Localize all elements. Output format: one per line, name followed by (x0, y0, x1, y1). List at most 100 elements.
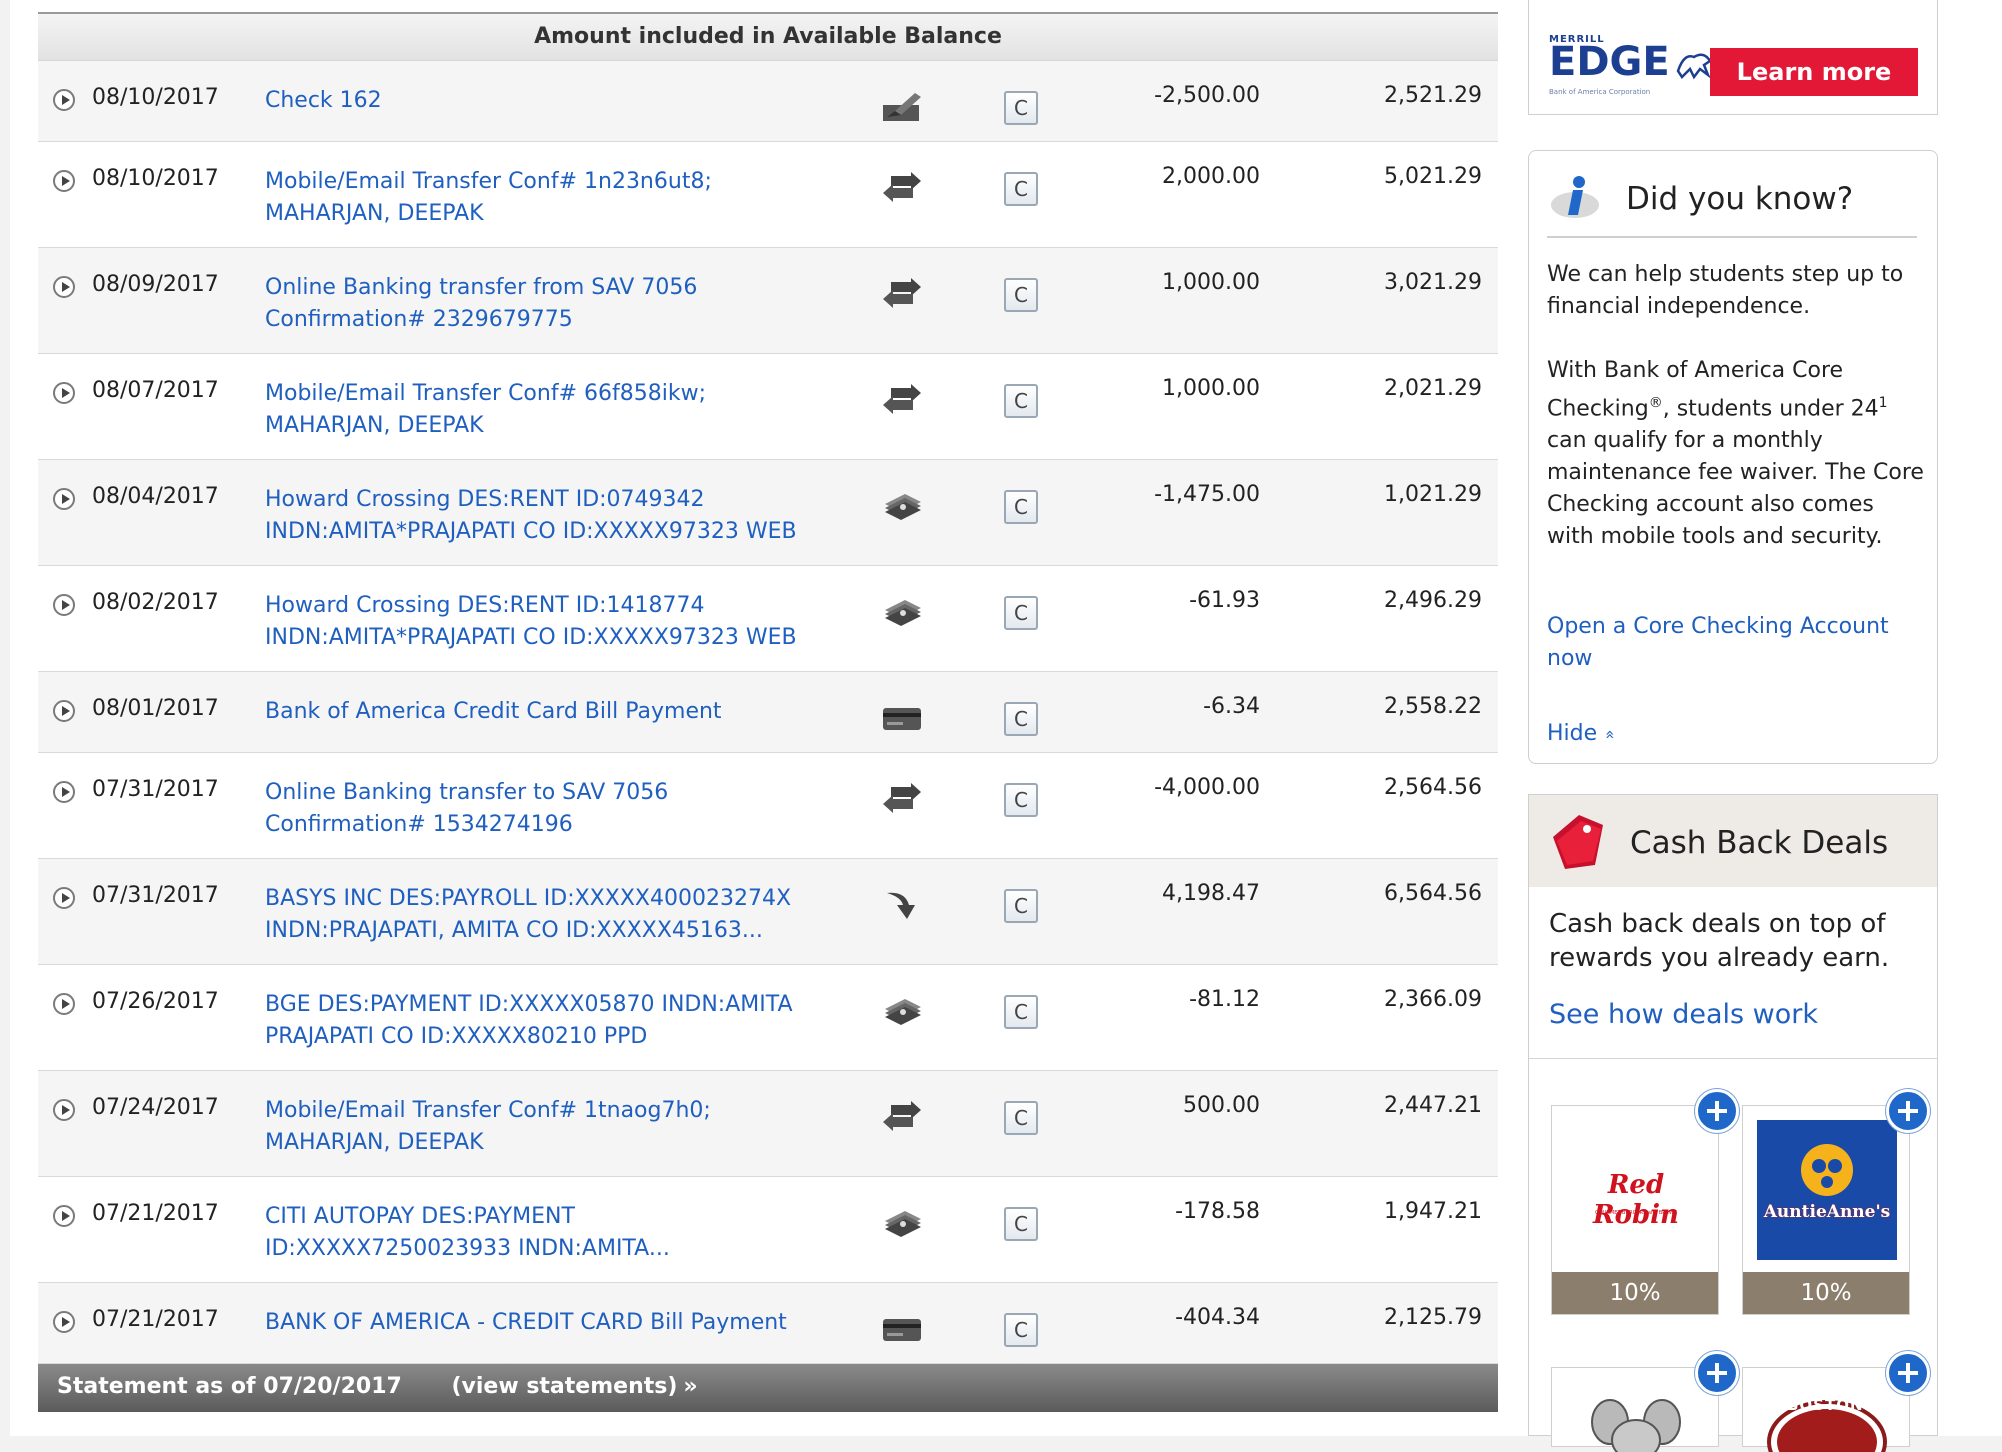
brand-logo: EDGE (1549, 42, 1714, 82)
transaction-description-link[interactable]: Bank of America Credit Card Bill Payment (265, 696, 865, 728)
transaction-amount: -4,000.00 (1154, 775, 1260, 800)
transaction-description-link[interactable]: Mobile/Email Transfer Conf# 66f858ikw; MA… (265, 378, 865, 442)
expand-row-icon[interactable] (53, 1099, 75, 1121)
running-balance: 6,564.56 (1384, 881, 1482, 906)
bull-icon (1676, 53, 1712, 80)
running-balance: 2,564.56 (1384, 775, 1482, 800)
running-balance: 2,558.22 (1384, 694, 1482, 719)
transactions-table: Amount included in Available Balance 08/… (38, 14, 1498, 1412)
running-balance: 1,021.29 (1384, 482, 1482, 507)
running-balance: 2,447.21 (1384, 1093, 1482, 1118)
running-balance: 1,947.21 (1384, 1199, 1482, 1224)
cash-back-title: Cash Back Deals (1630, 825, 1889, 861)
cleared-status-badge: C (1004, 91, 1038, 125)
running-balance: 5,021.29 (1384, 164, 1482, 189)
transaction-amount: -61.93 (1189, 588, 1260, 613)
expand-row-icon[interactable] (53, 887, 75, 909)
card-icon (881, 702, 923, 734)
pretzel-icon (1801, 1144, 1853, 1196)
expand-row-icon[interactable] (53, 700, 75, 722)
see-how-deals-work-link[interactable]: See how deals work (1549, 999, 1818, 1030)
transaction-description-link[interactable]: Mobile/Email Transfer Conf# 1n23n6ut8; MA… (265, 166, 865, 230)
transaction-description-link[interactable]: Mobile/Email Transfer Conf# 1tnaog7h0; MA… (265, 1095, 865, 1159)
transaction-row: 07/31/2017 Online Banking transfer to SAV… (38, 753, 1498, 859)
expand-row-icon[interactable] (53, 89, 75, 111)
transaction-description-link[interactable]: Howard Crossing DES:RENT ID:1418774 INDN:… (265, 590, 865, 654)
transaction-amount: -404.34 (1175, 1305, 1260, 1330)
transaction-amount: 1,000.00 (1162, 376, 1260, 401)
transaction-description-link[interactable]: BGE DES:PAYMENT ID:XXXXX05870 INDN:AMITA… (265, 989, 865, 1053)
transaction-row: 08/04/2017 Howard Crossing DES:RENT ID:07… (38, 460, 1498, 566)
deal-boston-market[interactable]: BOSTON (1742, 1367, 1910, 1452)
cash-back-text: Cash back deals on top of rewards you al… (1549, 909, 1890, 973)
transaction-amount: -2,500.00 (1154, 83, 1260, 108)
expand-row-icon[interactable] (53, 1311, 75, 1333)
cleared-status-badge: C (1004, 1101, 1038, 1135)
hide-link[interactable]: Hide » (1547, 721, 1619, 746)
transaction-row: 07/21/2017 BANK OF AMERICA - CREDIT CARD … (38, 1283, 1498, 1364)
transaction-row: 08/10/2017 Check 162 C -2,500.00 2,521.29 (38, 61, 1498, 142)
expand-row-icon[interactable] (53, 382, 75, 404)
expand-row-icon[interactable] (53, 170, 75, 192)
open-core-checking-link[interactable]: Open a Core Checking Account now (1547, 611, 1917, 675)
view-statements-link[interactable]: (view statements)» (451, 1374, 697, 1399)
running-balance: 2,521.29 (1384, 83, 1482, 108)
transaction-date: 08/09/2017 (92, 272, 219, 297)
transaction-date: 08/02/2017 (92, 590, 219, 615)
divider (1547, 236, 1917, 238)
transfer-icon (881, 278, 923, 310)
money-icon (881, 596, 923, 628)
cleared-status-badge: C (1004, 1313, 1038, 1347)
info-icon (1551, 176, 1599, 218)
transaction-description-link[interactable]: BANK OF AMERICA - CREDIT CARD Bill Payme… (265, 1307, 865, 1339)
cash-back-panel: Cash Back Deals Cash back deals on top o… (1528, 794, 1938, 1452)
add-deal-button[interactable] (1695, 1089, 1739, 1133)
cleared-status-badge: C (1004, 278, 1038, 312)
deal-auntie-annes[interactable]: AuntieAnne's 10% (1742, 1105, 1910, 1315)
transaction-row: 07/21/2017 CITI AUTOPAY DES:PAYMENT ID:XXX… (38, 1177, 1498, 1283)
add-deal-button[interactable] (1886, 1089, 1930, 1133)
running-balance: 2,125.79 (1384, 1305, 1482, 1330)
expand-row-icon[interactable] (53, 276, 75, 298)
expand-row-icon[interactable] (53, 781, 75, 803)
transaction-description-link[interactable]: Online Banking transfer to SAV 7056 Confi… (265, 777, 865, 841)
did-you-know-panel: Did you know? We can help students step … (1528, 150, 1938, 764)
money-icon (881, 995, 923, 1027)
expand-row-icon[interactable] (53, 1205, 75, 1227)
transaction-description-link[interactable]: CITI AUTOPAY DES:PAYMENT ID:XXXXX72500239… (265, 1201, 865, 1265)
did-you-know-title: Did you know? (1626, 181, 1854, 217)
tag-icon (1553, 815, 1603, 869)
check-icon (881, 91, 923, 123)
add-deal-button[interactable] (1886, 1351, 1930, 1395)
transaction-description-link[interactable]: Howard Crossing DES:RENT ID:0749342 INDN:… (265, 484, 865, 548)
transaction-date: 07/21/2017 (92, 1201, 219, 1226)
expand-row-icon[interactable] (53, 488, 75, 510)
cleared-status-badge: C (1004, 889, 1038, 923)
transaction-row: 08/07/2017 Mobile/Email Transfer Conf# 66… (38, 354, 1498, 460)
cleared-status-badge: C (1004, 384, 1038, 418)
transaction-amount: -178.58 (1175, 1199, 1260, 1224)
transfer-icon (881, 783, 923, 815)
transaction-description-link[interactable]: BASYS INC DES:PAYROLL ID:XXXXX400023274X… (265, 883, 865, 947)
chevron-up-icon: » (1599, 729, 1619, 740)
transaction-row: 08/10/2017 Mobile/Email Transfer Conf# 1n… (38, 142, 1498, 248)
running-balance: 2,366.09 (1384, 987, 1482, 1012)
add-deal-button[interactable] (1695, 1351, 1739, 1395)
transaction-description-link[interactable]: Online Banking transfer from SAV 7056 Con… (265, 272, 865, 336)
card-icon (881, 1313, 923, 1345)
deal-red-robin[interactable]: Red Robin GOURMET BURGERS and BREWS 10% (1551, 1105, 1719, 1315)
cleared-status-badge: C (1004, 490, 1038, 524)
merrill-edge-ad[interactable]: MERRILL EDGE Bank of America Corporation… (1528, 0, 1938, 115)
did-you-know-body: With Bank of America Core Checking®, stu… (1547, 358, 1924, 550)
transfer-icon (881, 172, 923, 204)
learn-more-button[interactable]: Learn more (1710, 48, 1918, 96)
transaction-description-link[interactable]: Check 162 (265, 85, 865, 117)
transaction-amount: 1,000.00 (1162, 270, 1260, 295)
money-icon (881, 490, 923, 522)
cleared-status-badge: C (1004, 995, 1038, 1029)
running-balance: 3,021.29 (1384, 270, 1482, 295)
deal-chuck-e-cheese[interactable] (1551, 1367, 1719, 1452)
expand-row-icon[interactable] (53, 993, 75, 1015)
expand-row-icon[interactable] (53, 594, 75, 616)
transaction-amount: -6.34 (1203, 694, 1260, 719)
